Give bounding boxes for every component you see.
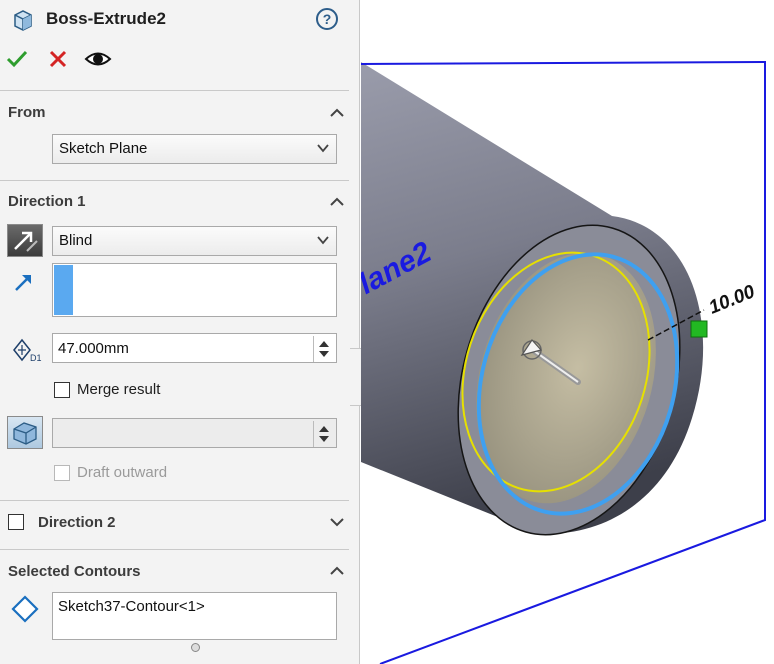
draft-angle-input[interactable] [52,418,337,448]
draft-outward-checkbox[interactable] [54,465,70,481]
preview-eye-icon[interactable] [84,49,112,69]
chevron-down-icon [317,236,329,245]
from-select[interactable]: Sketch Plane [52,134,337,164]
depth-spinner[interactable] [313,336,334,362]
direction2-checkbox[interactable] [8,514,24,530]
direction1-section-title: Direction 1 [8,193,86,210]
model-view: Plane2 10.00 [361,60,766,664]
draft-icon [13,422,37,445]
direction2-section-title: Direction 2 [38,514,116,531]
direction-arrow-icon [15,275,31,291]
from-select-value: Sketch Plane [59,140,148,157]
spin-up-icon[interactable] [319,426,329,432]
divider [0,90,349,91]
dimension-label[interactable]: 10.00 [706,281,758,318]
graphics-viewport[interactable]: Plane2 10.00 [361,0,774,664]
property-manager-panel: Boss-Extrude2 ? From Sketch Plane Direct… [0,0,360,664]
cancel-x-icon[interactable] [49,50,67,68]
draft-spinner[interactable] [313,421,334,447]
divider [0,180,349,181]
divider [0,500,349,501]
chevron-up-icon[interactable] [328,193,346,211]
from-section-title: From [8,104,46,121]
reverse-direction-button[interactable] [7,224,43,257]
draft-toggle-button[interactable] [7,416,43,449]
chevron-down-icon [317,144,329,153]
list-item[interactable]: Sketch37-Contour<1> [58,598,205,615]
divider [0,549,349,550]
dimension-handle[interactable] [690,320,708,338]
reverse-direction-icon [14,231,38,252]
chevron-down-icon[interactable] [328,513,346,531]
depth-unit-label: D1 [30,353,42,363]
chevron-up-icon[interactable] [328,104,346,122]
chevron-up-icon[interactable] [328,562,346,580]
spin-up-icon[interactable] [319,341,329,347]
extrude-feature-icon [14,10,32,31]
feature-title: Boss-Extrude2 [46,9,166,28]
end-condition-value: Blind [59,232,93,249]
resize-handle[interactable] [191,643,200,652]
merge-result-label: Merge result [77,381,161,398]
spin-down-icon[interactable] [319,351,329,357]
ok-checkmark-icon[interactable] [6,49,28,69]
depth-dimension-icon: D1 [13,338,42,363]
selected-contours-list[interactable]: Sketch37-Contour<1> [52,592,337,640]
end-condition-select[interactable]: Blind [52,226,337,256]
draft-outward-label: Draft outward [77,464,168,481]
contour-diamond-icon [11,595,39,623]
direction-reference-field[interactable] [52,263,337,317]
active-selection-indicator [54,265,73,315]
merge-result-checkbox[interactable] [54,382,70,398]
selected-contours-section-title: Selected Contours [8,563,141,580]
spin-down-icon[interactable] [319,436,329,442]
depth-input[interactable]: 47.000mm [52,333,337,363]
depth-value: 47.000mm [58,340,129,357]
help-icon[interactable]: ? [316,8,338,30]
